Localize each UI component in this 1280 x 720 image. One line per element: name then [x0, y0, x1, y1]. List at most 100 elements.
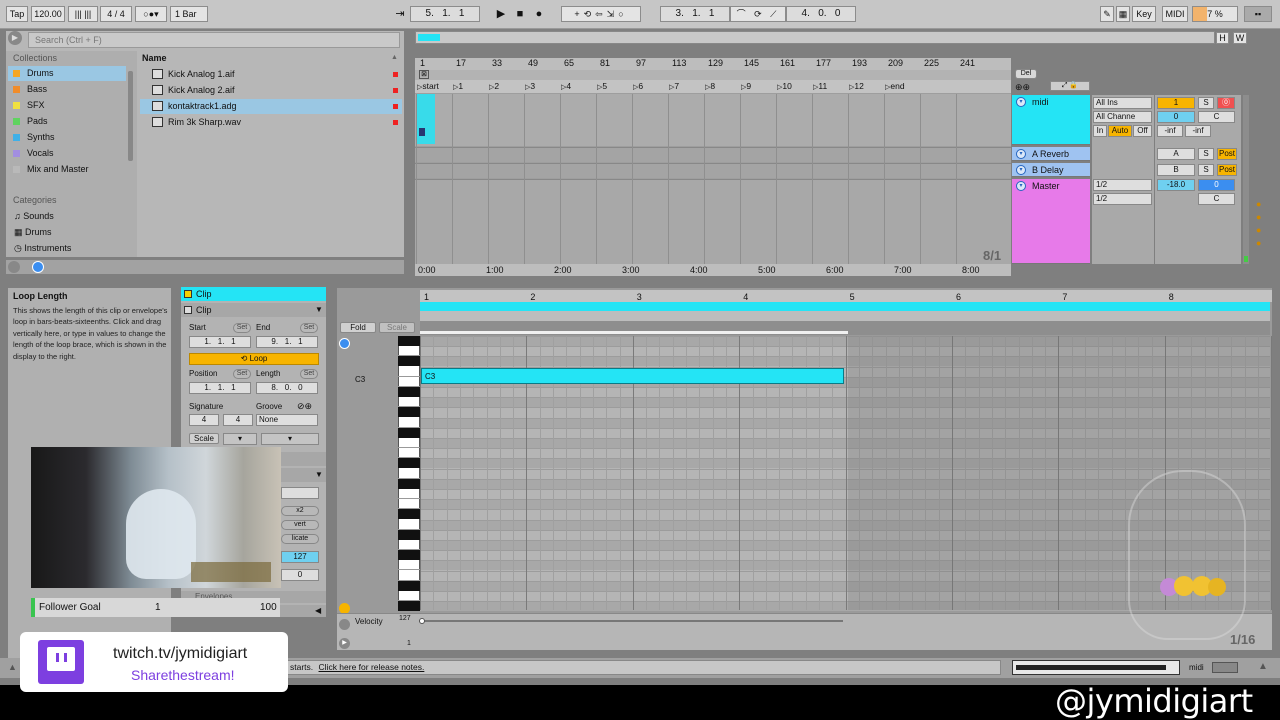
piano-key-black[interactable] — [398, 601, 420, 612]
scale-root-select[interactable]: ▾ — [223, 433, 257, 445]
track-header[interactable]: ▾ B Delay — [1012, 163, 1090, 177]
places-scrollbar[interactable] — [128, 71, 133, 161]
scale-button[interactable]: Scale — [189, 433, 219, 444]
category-drums[interactable]: ▦ Drums — [14, 225, 52, 240]
scale-name-select[interactable]: ▾ — [261, 433, 319, 445]
groove-select[interactable]: None — [256, 414, 318, 426]
locator-marker[interactable]: ▷11 — [813, 81, 827, 91]
locator-marker[interactable]: ▷2 — [489, 81, 499, 91]
velocity-handle[interactable] — [419, 618, 425, 624]
master-cue[interactable]: 0 — [1198, 179, 1235, 191]
browser-toggle-icon[interactable]: ▶ — [8, 31, 22, 45]
preview-notes-icon[interactable] — [339, 338, 350, 349]
locator-lane[interactable] — [415, 70, 1011, 80]
collection-item[interactable]: Bass — [8, 82, 126, 97]
piano-key-black[interactable] — [398, 550, 420, 561]
preview-icon[interactable] — [32, 261, 44, 273]
groove-hot-swap-icon[interactable]: ⊘⊕ — [297, 401, 312, 412]
locator-marker[interactable]: ▷5 — [597, 81, 607, 91]
locator-marker[interactable]: ▷1 — [453, 81, 463, 91]
loop-position-field[interactable]: 1. 1. 1 — [189, 382, 251, 394]
clip-footer-arrow-icon[interactable]: ◀ — [315, 606, 321, 615]
tap-button[interactable]: Tap — [6, 6, 28, 22]
view-selector-icons[interactable]: ● ● ● ● — [1256, 198, 1266, 258]
lock-icon[interactable]: ⤢ 🔒 — [1050, 81, 1090, 91]
piano-key-black[interactable] — [398, 336, 420, 346]
arrangement-tools-icon[interactable]: +⟲⇦⇲○ — [561, 6, 641, 22]
key-map-button[interactable]: Key — [1132, 6, 1156, 22]
piano-key-black[interactable] — [398, 478, 420, 489]
tempo-field[interactable]: 120.00 — [31, 6, 65, 22]
search-input[interactable]: Search (Ctrl + F) — [28, 32, 400, 48]
loop-length-field[interactable]: 4. 0. 0 — [786, 6, 856, 22]
track-pan[interactable]: C — [1198, 111, 1235, 123]
clip-loop-brace[interactable] — [420, 302, 1270, 311]
track-header[interactable]: ▾ Master — [1012, 179, 1090, 264]
locator-marker[interactable]: ▷8 — [705, 81, 715, 91]
collection-item[interactable]: Drums — [8, 66, 126, 81]
locator-marker[interactable]: ▷7 — [669, 81, 679, 91]
piano-key-black[interactable] — [398, 387, 420, 397]
master-out-select-1[interactable]: 1/2 — [1093, 179, 1152, 191]
locator-marker[interactable]: ▷6 — [633, 81, 643, 91]
clip-end-field[interactable]: 9. 1. 1 — [256, 336, 318, 348]
return-a-activator[interactable]: A — [1157, 148, 1195, 160]
play-icon[interactable]: ▶ — [494, 7, 508, 21]
length-set-button[interactable]: Set — [300, 369, 318, 379]
signature-numerator[interactable]: 4 — [189, 414, 219, 426]
time-signature-field[interactable]: 4 / 4 — [100, 6, 132, 22]
loop-length-field[interactable]: 8. 0. 0 — [256, 382, 318, 394]
end-set-button[interactable]: Set — [300, 323, 318, 333]
monitor-off-button[interactable]: Off — [1133, 125, 1152, 137]
locator-marker[interactable]: ▷12 — [849, 81, 864, 91]
scene-icon[interactable]: ⊠ — [419, 70, 429, 79]
collection-item[interactable]: Vocals — [8, 146, 126, 161]
piano-roll-ruler[interactable] — [420, 290, 1272, 302]
loop-button[interactable]: ⟲ Loop — [189, 353, 319, 365]
monitor-auto-button[interactable]: Auto — [1108, 125, 1132, 137]
arrangement-position[interactable]: 5. 1. 1 — [410, 6, 480, 22]
position-set-button[interactable]: Set — [233, 369, 251, 379]
status-arrow-icon[interactable]: ▲ — [8, 662, 17, 672]
time-ruler[interactable] — [415, 264, 1011, 276]
release-notes-link[interactable]: Click here for release notes. — [319, 662, 425, 672]
track-fold-icon[interactable]: ▾ — [1016, 165, 1026, 175]
piano-key-black[interactable] — [398, 407, 420, 418]
track-fold-icon[interactable]: ▾ — [1016, 97, 1026, 107]
midi-channel-select[interactable]: All Channe — [1093, 111, 1152, 123]
velocity-field[interactable]: 127 — [281, 551, 319, 563]
start-end-markers[interactable] — [420, 311, 1270, 321]
notes-transpose-field[interactable] — [281, 487, 319, 499]
delete-button[interactable]: Del — [1015, 69, 1037, 79]
reverse-button[interactable]: vert — [281, 520, 319, 530]
signature-denominator[interactable]: 4 — [223, 414, 253, 426]
locator-marker[interactable]: ▷9 — [741, 81, 751, 91]
midi-track-lane[interactable] — [415, 94, 1011, 146]
track-fold-icon[interactable]: ▾ — [1016, 149, 1026, 159]
locator-marker[interactable]: ▷4 — [561, 81, 571, 91]
track-header[interactable]: ▾ midi — [1012, 95, 1090, 145]
file-item[interactable]: Rim 3k Sharp.wav — [140, 115, 402, 130]
return-b-activator[interactable]: B — [1157, 164, 1195, 176]
velocity-collapse-icon[interactable] — [339, 619, 350, 630]
fold-button[interactable]: Fold — [340, 322, 376, 333]
clip-section-header[interactable]: Clip ▼ — [181, 303, 326, 317]
clip-title-bar[interactable]: Clip — [181, 287, 326, 301]
file-item[interactable]: Kick Analog 2.aif — [140, 83, 402, 98]
return-a-solo[interactable]: S — [1198, 148, 1214, 160]
piano-key-black[interactable] — [398, 580, 420, 591]
velocity-play-icon[interactable]: ▶ — [339, 638, 350, 649]
locator-marker[interactable]: ▷10 — [777, 81, 792, 91]
nav-arrows-icon[interactable]: ⊕⊕ — [1015, 82, 1030, 93]
collection-item[interactable]: Mix and Master — [8, 162, 126, 177]
master-volume[interactable]: -18.0 — [1157, 179, 1195, 191]
master-pan[interactable]: C — [1198, 193, 1235, 205]
return-a-post[interactable]: Post — [1217, 148, 1237, 160]
monitor-in-button[interactable]: In — [1093, 125, 1107, 137]
midi-note[interactable]: C3 — [421, 368, 844, 384]
scale-highlight-button[interactable]: Scale — [379, 322, 415, 333]
record-icon[interactable]: ● — [532, 7, 546, 21]
follow-icon[interactable]: ⇥ — [393, 7, 407, 21]
sort-arrow-icon[interactable]: ▲ — [391, 54, 398, 61]
quantize-select[interactable]: 1 Bar — [170, 6, 208, 22]
